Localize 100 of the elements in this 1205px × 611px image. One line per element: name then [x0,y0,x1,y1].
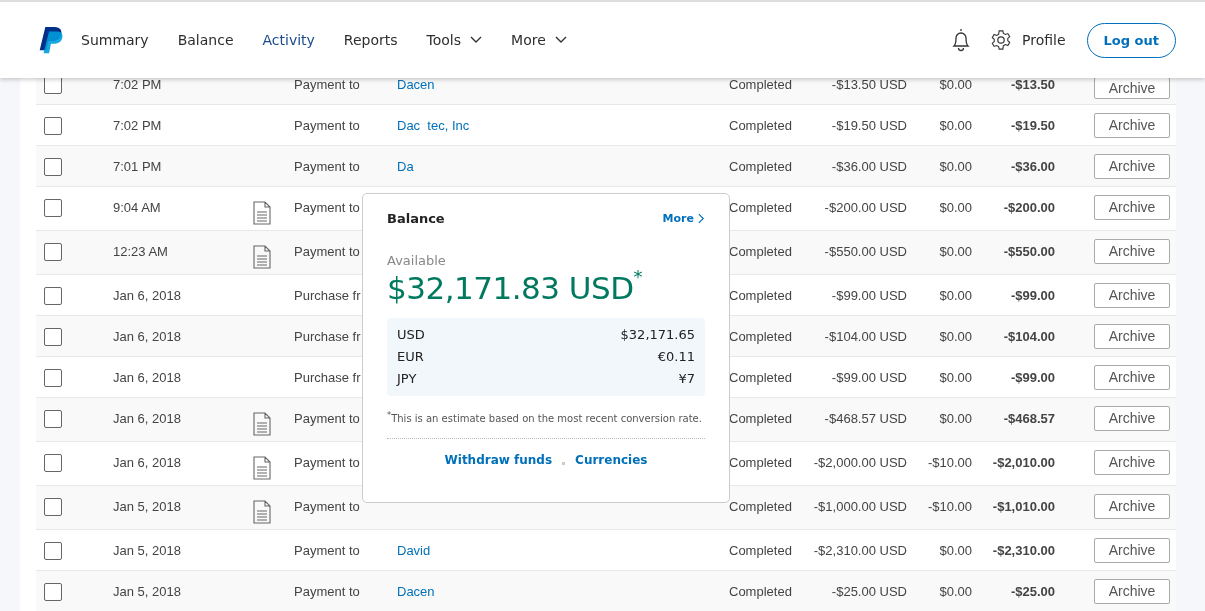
row-checkbox[interactable] [44,454,62,472]
status-cell: Completed [729,288,792,303]
amount-cell: -$1,000.00 USD [813,499,907,514]
profile-link[interactable]: Profile [1022,32,1066,48]
archive-button[interactable]: Archive [1094,364,1170,390]
description-cell: Payment to [294,411,360,426]
nav-link[interactable]: Tools [426,32,483,48]
date-cell: 7:01 PM [113,159,162,174]
date-cell: 12:23 AM [113,244,168,259]
nav-link[interactable]: Activity [262,32,315,48]
fee-cell: $0.00 [939,159,972,174]
net-amount-cell: -$550.00 [1003,244,1055,259]
nav-link[interactable]: Balance [177,32,234,48]
popup-link[interactable]: Withdraw funds [444,453,553,468]
row-checkbox[interactable] [44,243,62,261]
archive-button[interactable]: Archive [1094,493,1170,519]
archive-button[interactable]: Archive [1094,578,1170,604]
row-checkbox[interactable] [44,158,62,176]
archive-button[interactable]: Archive [1094,77,1170,99]
net-amount-cell: -$25.00 [1010,584,1055,599]
description-cell: Purchase fr [294,329,361,344]
row-checkbox[interactable] [44,117,62,135]
fee-cell: -$10.00 [927,455,972,470]
fee-cell: $0.00 [939,411,972,426]
payee-link[interactable]: Dacen [397,584,435,599]
net-amount-cell: -$104.00 [1003,329,1055,344]
archive-button[interactable]: Archive [1094,238,1170,264]
status-cell: Completed [729,118,792,133]
document-icon[interactable] [253,244,271,270]
currency-code: EUR [397,348,424,366]
row-checkbox[interactable] [44,498,62,516]
nav-link[interactable]: More [511,32,567,48]
amount-cell: -$104.00 USD [824,329,907,344]
document-icon[interactable] [253,200,271,226]
amount-cell: -$13.50 USD [831,77,907,92]
date-cell: Jan 6, 2018 [113,370,181,385]
amount-cell: -$200.00 USD [824,200,907,215]
fee-cell: $0.00 [939,118,972,133]
net-amount-cell: -$2,010.00 [992,455,1055,470]
net-amount-cell: -$2,310.00 [992,543,1055,558]
row-checkbox[interactable] [44,583,62,601]
row-checkbox[interactable] [44,410,62,428]
payee-link[interactable]: Dac tec, Inc [397,118,470,133]
payee-link[interactable]: David [397,543,431,558]
popup-link[interactable]: Currencies [575,453,648,468]
archive-button[interactable]: Archive [1094,323,1170,349]
document-icon[interactable] [253,411,271,437]
nav-link[interactable]: Reports [343,32,398,48]
row-checkbox[interactable] [44,542,62,560]
fee-cell: $0.00 [939,543,972,558]
archive-button[interactable]: Archive [1094,194,1170,220]
document-icon[interactable] [253,455,271,481]
popup-title: Balance [387,211,445,226]
row-checkbox[interactable] [44,328,62,346]
amount-cell: -$25.00 USD [831,584,907,599]
fee-cell: -$10.00 [927,499,972,514]
document-icon[interactable] [253,499,271,525]
net-amount-cell: -$1,010.00 [992,499,1055,514]
date-cell: 7:02 PM [113,118,162,133]
amount-cell: -$2,310.00 USD [813,543,907,558]
logout-button[interactable]: Log out [1086,22,1176,58]
status-cell: Completed [729,584,792,599]
row-checkbox[interactable] [44,287,62,305]
net-amount-cell: -$99.00 [1010,370,1055,385]
archive-button[interactable]: Archive [1094,112,1170,138]
archive-button[interactable]: Archive [1094,405,1170,431]
net-amount-cell: -$19.50 [1010,118,1055,133]
settings-icon[interactable] [990,29,1012,51]
description-cell: Purchase fr [294,288,361,303]
row-checkbox[interactable] [44,369,62,387]
net-amount-cell: -$200.00 [1003,200,1055,215]
date-cell: Jan 5, 2018 [113,584,181,599]
date-cell: Jan 6, 2018 [113,288,181,303]
payee-link[interactable]: Da [397,159,414,174]
amount-cell: -$468.57 USD [824,411,907,426]
net-amount-cell: -$36.00 [1010,159,1055,174]
date-cell: Jan 6, 2018 [113,329,181,344]
fee-cell: $0.00 [939,370,972,385]
amount-cell: -$2,000.00 USD [813,455,907,470]
archive-button[interactable]: Archive [1094,153,1170,179]
more-link[interactable]: More [662,212,705,225]
nav-link[interactable]: Summary [81,32,149,48]
caret-icon[interactable] [554,36,567,44]
date-cell: 9:04 AM [113,200,161,215]
archive-button[interactable]: Archive [1094,449,1170,475]
net-amount-cell: -$99.00 [1010,288,1055,303]
row-checkbox[interactable] [44,199,62,217]
status-cell: Completed [729,159,792,174]
description-cell: Payment to [294,159,360,174]
status-cell: Completed [729,455,792,470]
archive-button[interactable]: Archive [1094,282,1170,308]
archive-button[interactable]: Archive [1094,537,1170,563]
net-amount-cell: -$468.57 [1003,411,1055,426]
chevron-right-icon[interactable] [698,213,705,224]
status-cell: Completed [729,411,792,426]
date-cell: 7:02 PM [113,77,162,92]
status-cell: Completed [729,329,792,344]
caret-icon[interactable] [470,36,483,44]
payee-link[interactable]: Dacen [397,77,435,92]
status-cell: Completed [729,499,792,514]
